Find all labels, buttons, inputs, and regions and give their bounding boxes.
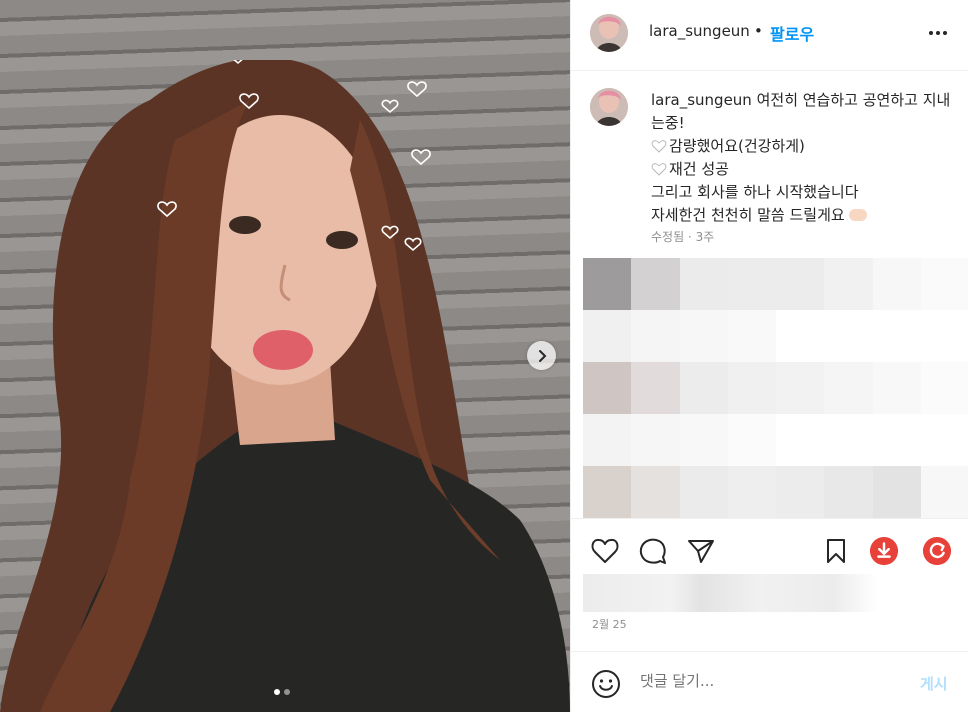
save-button[interactable] [821,536,851,566]
blurred-comments [583,258,968,518]
post-actions [571,518,968,581]
selfie-illustration [0,60,570,712]
avatar[interactable] [590,14,628,52]
caption-meta: 수정됨 · 3주 [651,230,715,244]
caption-line-5: 자세한건 천천히 말씀 드릴게요 [651,206,845,224]
post-image[interactable] [0,0,570,712]
caption-text: lara_sungeun 여전히 연습하고 공연하고 지내는중! 감량했어요(건… [651,89,951,227]
heart-icon [591,538,619,563]
bookmark-icon [827,539,845,563]
emoji-button[interactable] [591,669,621,699]
send-icon [688,540,714,563]
caption-line-3: 재건 성공 [669,160,729,178]
avatar-image [590,88,628,126]
avatar-image [590,14,628,52]
post-username[interactable]: lara_sungeun [649,22,750,40]
comment-input[interactable] [640,672,900,690]
white-heart-icon [651,140,667,153]
caption-username[interactable]: lara_sungeun [651,91,752,109]
heart-hands-emoji-icon [848,209,867,221]
next-image-button[interactable] [527,341,556,370]
like-button[interactable] [590,536,620,566]
refresh-button[interactable] [922,536,952,566]
smiley-icon [592,670,620,698]
caption-line-4: 그리고 회사를 하나 시작했습니다 [651,183,859,201]
caption-avatar[interactable] [590,88,628,126]
download-icon [869,536,899,566]
more-options-button[interactable] [927,22,949,44]
download-button[interactable] [869,536,899,566]
follow-button[interactable]: 팔로우 [770,21,814,45]
post-side-panel: lara_sungeun • 팔로우 lara_sungeun 여전히 연습하고… [570,0,968,712]
post-date: 2월 25 [592,618,627,631]
more-horizontal-icon [929,31,947,35]
carousel-dot-active [274,689,280,695]
caption-line-2: 감량했어요(건강하게) [669,137,805,155]
comment-icon [639,538,666,564]
carousel-dot [284,689,290,695]
chevron-right-icon [538,349,546,362]
share-button[interactable] [686,536,716,566]
blurred-likes [583,574,878,612]
carousel-indicator [274,689,290,695]
refresh-icon [922,536,952,566]
comment-button[interactable] [638,536,668,566]
post-header: lara_sungeun • 팔로우 [571,0,968,71]
white-heart-icon [651,163,667,176]
header-separator: • [754,22,763,40]
comment-bar: 게시 [571,651,968,713]
post-comment-button[interactable]: 게시 [920,673,948,694]
